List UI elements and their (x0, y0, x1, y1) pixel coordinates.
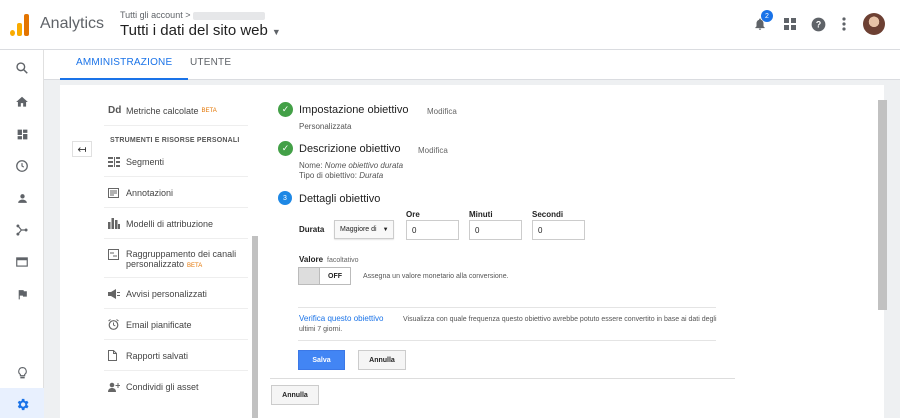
hours-input[interactable] (406, 220, 459, 240)
tab-amministrazione[interactable]: AMMINISTRAZIONE (60, 50, 189, 80)
value-description: Assegna un valore monetario alla convers… (363, 273, 509, 280)
divider (298, 307, 716, 308)
analytics-logo-icon[interactable] (10, 14, 30, 36)
toggle-state: OFF (328, 272, 342, 280)
seconds-input[interactable] (532, 220, 585, 240)
calculated-metrics-icon: Dd (108, 105, 122, 116)
hours-label: Ore (406, 210, 420, 219)
more-vert-icon[interactable] (834, 14, 854, 34)
minutes-input[interactable] (469, 220, 522, 240)
bar-chart-icon (104, 218, 126, 229)
caret-down-icon: ▼ (382, 226, 389, 233)
annotations-icon (104, 187, 126, 198)
value-label: Valore facoltativo (299, 255, 359, 264)
divider (298, 340, 716, 341)
account-breadcrumb[interactable]: Tutti gli account > (120, 10, 266, 20)
account-title: Tutti i dati del sito web (120, 22, 268, 39)
notifications-bell-icon[interactable]: 2 (750, 10, 773, 34)
sidebar-item-annotazioni[interactable]: Annotazioni (104, 178, 248, 208)
sidebar-item-segmenti[interactable]: Segmenti (104, 147, 248, 177)
discover-lightbulb-icon[interactable] (12, 363, 32, 383)
home-icon[interactable] (12, 92, 32, 112)
divider (270, 378, 735, 379)
admin-tabs: AMMINISTRAZIONE UTENTE (44, 50, 900, 80)
save-button[interactable]: Salva (298, 350, 345, 370)
sidebar-item-label: Annotazioni (126, 187, 174, 198)
sidebar-item-modelli-attribuzione[interactable]: Modelli di attribuzione (104, 209, 248, 239)
megaphone-icon (104, 288, 126, 299)
conversions-flag-icon[interactable] (12, 284, 32, 304)
notifications-badge: 2 (761, 10, 773, 22)
edit-step1-link[interactable]: Modifica (427, 107, 457, 116)
verify-goal-link[interactable]: Verifica questo obiettivo (299, 314, 384, 323)
cancel-button[interactable]: Annulla (358, 350, 406, 370)
alarm-icon (104, 319, 126, 330)
sidebar-section-title: STRUMENTI E RISORSE PERSONALI (110, 137, 240, 144)
sidebar-item-condividi-asset[interactable]: Condividi gli asset (104, 372, 248, 402)
caret-down-icon: ▼ (271, 27, 281, 37)
audience-person-icon[interactable] (12, 188, 32, 208)
svg-text:?: ? (815, 19, 820, 29)
step-number-badge: 3 (278, 191, 292, 205)
admin-gear-icon[interactable] (12, 394, 32, 414)
toggle-knob (299, 268, 320, 284)
brand-name[interactable]: Analytics (40, 15, 104, 33)
main-scrollbar[interactable] (878, 100, 887, 310)
step-title-descrizione: Descrizione obiettivo (299, 143, 401, 155)
value-toggle[interactable]: OFF (298, 267, 351, 285)
share-user-icon (104, 382, 126, 392)
sidebar-item-raggruppamento-canali[interactable]: Raggruppamento dei canali personalizzato… (104, 240, 248, 278)
acquisition-icon[interactable] (12, 220, 32, 240)
sidebar-item-label-wrap: Raggruppamento dei canali personalizzato… (126, 249, 237, 269)
duration-comparison-select[interactable]: Maggiore di ▼ (334, 220, 394, 239)
sidebar-item-label: Segmenti (126, 156, 165, 167)
search-icon[interactable] (12, 58, 32, 78)
minutes-label: Minuti (469, 210, 493, 219)
grouping-icon (104, 249, 126, 260)
sidebar-item-avvisi-personalizzati[interactable]: Avvisi personalizzati (104, 279, 248, 309)
apps-grid-icon[interactable] (780, 14, 800, 34)
cancel-goal-button[interactable]: Annulla (271, 385, 319, 405)
step1-summary: Personalizzata (299, 122, 352, 131)
check-circle-icon: ✓ (278, 102, 293, 117)
redacted-account (193, 11, 266, 20)
help-icon[interactable]: ? (808, 14, 828, 34)
top-bar: Analytics Tutti gli account > Tutti i da… (0, 0, 900, 50)
seconds-label: Secondi (532, 210, 564, 219)
customization-icon[interactable] (12, 124, 32, 144)
sidebar-item-label: Avvisi personalizzati (126, 288, 207, 299)
step2-summary: Nome: Nome obiettivo durata Tipo di obie… (299, 161, 404, 180)
step-title-impostazione: Impostazione obiettivo (299, 104, 409, 116)
sidebar-item-label: Metriche calcolate (126, 105, 199, 116)
goal-setup-panel (258, 85, 884, 418)
beta-badge: BETA (187, 263, 203, 269)
duration-label: Durata (299, 225, 325, 234)
document-icon (104, 350, 126, 361)
edit-step2-link[interactable]: Modifica (418, 146, 448, 155)
step-title-dettagli: Dettagli obiettivo (299, 193, 381, 205)
sidebar-item-label: Rapporti salvati (126, 350, 189, 361)
check-circle-icon: ✓ (278, 141, 293, 156)
realtime-clock-icon[interactable] (12, 156, 32, 176)
behavior-icon[interactable] (12, 252, 32, 272)
user-avatar[interactable] (863, 13, 885, 35)
sidebar-item-email-pianificate[interactable]: Email pianificate (104, 310, 248, 340)
tab-utente[interactable]: UTENTE (174, 50, 247, 80)
segments-icon (104, 156, 126, 167)
back-arrow-icon[interactable]: ↤ (72, 141, 92, 157)
sidebar-item-label: Email pianificate (126, 319, 192, 330)
sidebar-item-label: Modelli di attribuzione (126, 218, 214, 229)
sidebar-item-label: Condividi gli asset (126, 382, 199, 392)
beta-badge: BETA (201, 107, 217, 114)
account-selector[interactable]: Tutti i dati del sito web ▼ (120, 22, 281, 39)
sidebar-item-metriche-calcolate[interactable]: Dd Metriche calcolate BETA (104, 96, 248, 126)
sidebar-item-rapporti-salvati[interactable]: Rapporti salvati (104, 341, 248, 371)
left-nav-rail (0, 50, 44, 418)
